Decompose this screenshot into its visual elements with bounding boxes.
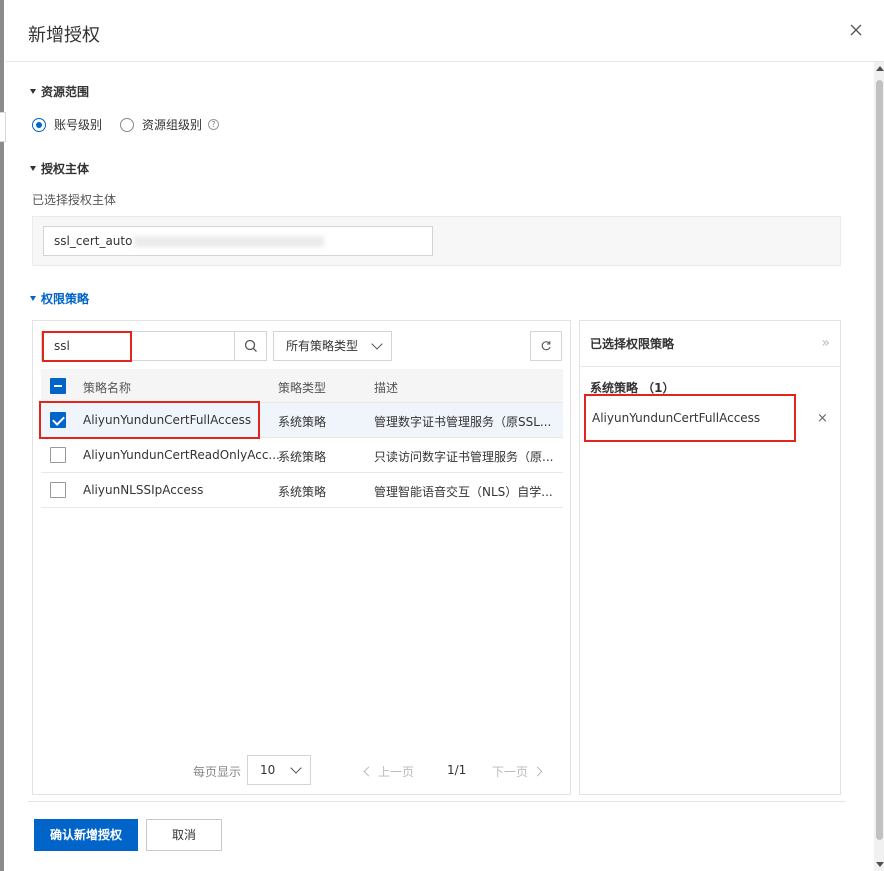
policy-type: 系统策略 <box>278 485 327 499</box>
add-authorization-dialog: 新增授权 资源范围 账号级别 资源组级别 ? 授权主体 已选择授权主体 ssl_… <box>6 0 884 871</box>
resource-scope-title: 资源范围 <box>41 85 90 99</box>
caret-down-icon <box>30 296 36 301</box>
policy-type: 系统策略 <box>278 415 327 429</box>
remove-icon[interactable]: × <box>817 411 828 426</box>
policy-desc: 管理智能语音交互（NLS）自学... <box>374 485 553 499</box>
dialog-scrollbar[interactable] <box>874 62 884 871</box>
pagination: 每页显示 10 上一页 1/1 下一页 <box>193 755 563 785</box>
selected-panel-header: 已选择权限策略 » <box>580 321 840 367</box>
help-icon[interactable]: ? <box>208 119 220 130</box>
table-row[interactable]: AliyunNLSSIpAccess 系统策略 管理智能语音交互（NLS）自学.… <box>41 473 563 508</box>
column-header-desc: 描述 <box>374 381 399 395</box>
row-checkbox[interactable] <box>50 482 66 498</box>
principal-title: 授权主体 <box>41 162 90 176</box>
radio-account-level[interactable] <box>32 117 46 132</box>
prev-page-button[interactable]: 上一页 <box>363 763 415 780</box>
page-size-select[interactable]: 10 <box>247 755 311 785</box>
policy-desc: 只读访问数字证书管理服务（原... <box>374 450 554 464</box>
principal-container: ssl_cert_auto <box>32 216 841 266</box>
caret-down-icon <box>30 89 36 94</box>
dialog-header: 新增授权 <box>6 0 884 62</box>
chevron-left-icon <box>363 766 374 777</box>
collapse-icon[interactable]: » <box>821 335 830 351</box>
column-header-name[interactable]: 策略名称 <box>83 379 131 396</box>
policy-heading[interactable]: 权限策略 <box>30 290 89 307</box>
dialog-title: 新增授权 <box>28 25 100 46</box>
search-annotation-highlight <box>42 331 132 362</box>
row-checkbox[interactable] <box>50 447 66 463</box>
radio-account-level-label[interactable]: 账号级别 <box>54 116 102 133</box>
per-page-label: 每页显示 <box>193 765 242 779</box>
policy-type-select[interactable]: 所有策略类型 <box>273 331 392 361</box>
next-page-button[interactable]: 下一页 <box>492 763 543 780</box>
chevron-right-icon <box>532 766 543 777</box>
search-icon <box>244 339 257 352</box>
page-size-value: 10 <box>260 763 276 777</box>
footer-divider <box>28 801 846 802</box>
selected-policy-name: AliyunYundunCertFullAccess <box>592 411 761 425</box>
refresh-icon <box>541 341 551 351</box>
table-header: 策略名称 策略类型 描述 <box>41 369 563 403</box>
policy-list-panel: ssl 所有策略类型 策略名称 策略类型 描述 AliyunYundunCert… <box>32 320 571 795</box>
redacted-text <box>134 236 325 247</box>
selected-panel-title: 已选择权限策略 <box>590 337 675 351</box>
confirm-add-button[interactable]: 确认新增授权 <box>34 819 138 851</box>
policy-table: 策略名称 策略类型 描述 AliyunYundunCertFullAccess … <box>39 369 563 508</box>
selected-policies-panel: 已选择权限策略 » 系统策略 （1） AliyunYundunCertFullA… <box>579 320 841 795</box>
column-header-type[interactable]: 策略类型 <box>278 379 326 396</box>
refresh-button[interactable] <box>530 331 562 361</box>
caret-down-icon <box>30 166 36 171</box>
cancel-button[interactable]: 取消 <box>146 819 222 851</box>
scroll-down-arrow-icon[interactable] <box>876 862 884 867</box>
policy-name: AliyunYundunCertReadOnlyAcc... <box>83 448 280 462</box>
policy-search-box: ssl <box>41 331 267 362</box>
row-checkbox[interactable] <box>50 412 66 428</box>
close-icon[interactable] <box>848 22 864 38</box>
policy-name: AliyunYundunCertFullAccess <box>83 413 252 427</box>
principal-value: ssl_cert_auto <box>54 234 133 248</box>
page-indicator: 1/1 <box>447 763 467 777</box>
principal-field[interactable]: ssl_cert_auto <box>43 226 433 256</box>
policy-type-value: 所有策略类型 <box>286 339 359 353</box>
scroll-up-arrow-icon[interactable] <box>876 66 884 71</box>
radio-resource-group-level[interactable] <box>120 117 135 132</box>
selected-principal-label: 已选择授权主体 <box>32 193 117 207</box>
select-all-checkbox[interactable] <box>50 378 66 394</box>
chevron-down-icon <box>371 338 383 350</box>
search-button[interactable] <box>234 332 266 360</box>
policy-title: 权限策略 <box>41 292 90 306</box>
next-page-label: 下一页 <box>492 765 529 779</box>
policy-name: AliyunNLSSIpAccess <box>83 483 204 497</box>
prev-page-label: 上一页 <box>378 765 415 779</box>
scrollbar-thumb[interactable] <box>876 80 883 840</box>
policy-type: 系统策略 <box>278 450 327 464</box>
table-row[interactable]: AliyunYundunCertReadOnlyAcc... 系统策略 只读访问… <box>41 438 563 473</box>
resource-scope-heading[interactable]: 资源范围 <box>30 83 89 100</box>
radio-resource-group-level-label[interactable]: 资源组级别 <box>142 116 202 133</box>
principal-heading[interactable]: 授权主体 <box>30 160 89 177</box>
policy-desc: 管理数字证书管理服务（原SSL... <box>374 415 552 429</box>
resource-scope-radio-group: 账号级别 资源组级别 ? <box>32 116 220 133</box>
selected-policy-item: AliyunYundunCertFullAccess <box>584 394 796 442</box>
chevron-down-icon <box>290 762 302 774</box>
table-row[interactable]: AliyunYundunCertFullAccess 系统策略 管理数字证书管理… <box>39 401 563 439</box>
